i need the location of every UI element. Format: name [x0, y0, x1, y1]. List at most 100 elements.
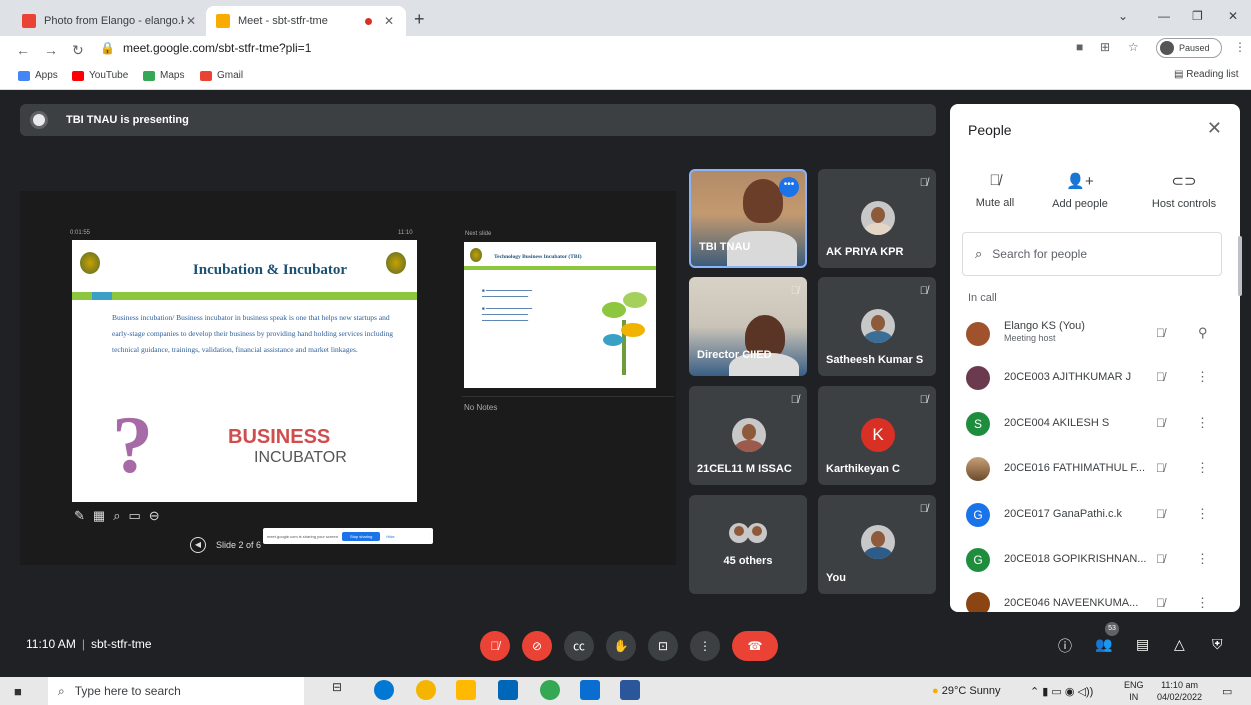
add-people-button[interactable]: 👤+ Add people [1030, 172, 1130, 210]
host-controls-toolbar-button[interactable]: ⛨ [1212, 636, 1223, 653]
mic-off-icon[interactable]: 🎙̸ [1156, 326, 1165, 340]
mic-off-icon[interactable]: 🎙̸ [1156, 461, 1165, 475]
avatar [732, 418, 766, 452]
bookmark-apps[interactable]: Apps [18, 70, 58, 81]
more-options-icon[interactable]: ⋮ [1196, 595, 1209, 611]
mic-off-icon[interactable]: 🎙̸ [1156, 507, 1165, 521]
tab-meet[interactable]: Meet - sbt-stfr-tme ✕ [206, 6, 406, 36]
tile-issac[interactable]: 🎙̸ 21CEL11 M ISSAC [689, 386, 807, 485]
taskbar-search-input[interactable]: ⌕ Type here to search [48, 677, 304, 705]
pen-icon[interactable]: ✎ [74, 508, 93, 523]
meeting-details-button[interactable]: ⓘ [1058, 636, 1072, 656]
more-options-icon[interactable]: ⋮ [1196, 506, 1209, 522]
captions-icon: ㏄ [572, 639, 585, 653]
minimize-button[interactable]: — [1158, 9, 1170, 23]
host-controls-button[interactable]: ⊂⊃ Host controls [1134, 172, 1234, 210]
tab-search-icon[interactable]: ⌄ [1118, 9, 1128, 23]
camera-icon[interactable]: ■ [1076, 40, 1083, 54]
captions-button[interactable]: ㏄ [564, 631, 594, 661]
avatar [966, 322, 990, 346]
close-tab-icon[interactable]: ✕ [382, 14, 396, 28]
participant-row[interactable]: 20CE003 AJITHKUMAR J 🎙̸ ⋮ [950, 358, 1240, 398]
chat-button[interactable]: ▤ [1136, 636, 1149, 653]
present-button[interactable]: ⊡ [648, 631, 678, 661]
bookmark-youtube[interactable]: YouTube [72, 70, 128, 81]
chrome-icon[interactable] [540, 680, 560, 700]
mic-off-icon[interactable]: 🎙̸ [1156, 370, 1165, 384]
more-options-icon[interactable]: ••• [779, 177, 799, 197]
extension-icon[interactable]: ⊞ [1100, 40, 1110, 54]
meeting-info: 11:10 AM | sbt-stfr-tme [26, 637, 152, 651]
more-options-icon[interactable]: ⋮ [1196, 460, 1209, 476]
mic-off-icon[interactable]: 🎙̸ [1156, 596, 1165, 610]
tray-icons[interactable]: ⌃ ▮ ▭ ◉ ◁)) [1030, 685, 1093, 698]
chrome-icon[interactable] [416, 680, 436, 700]
taskbar-clock[interactable]: 11:10 am 04/02/2022 [1157, 679, 1202, 703]
language-indicator[interactable]: ENG IN [1124, 679, 1144, 703]
file-explorer-icon[interactable] [456, 680, 476, 700]
bookmark-gmail[interactable]: Gmail [200, 70, 243, 81]
reading-list-button[interactable]: ▤ Reading list [1174, 69, 1239, 80]
participant-row[interactable]: 20CE016 FATHIMATHUL F... 🎙̸ ⋮ [950, 449, 1240, 489]
participant-row[interactable]: Elango KS (You) Meeting host 🎙̸ ⚲ [950, 314, 1240, 354]
sun-icon: ● [932, 685, 939, 697]
mic-off-icon[interactable]: 🎙̸ [1156, 552, 1165, 566]
tile-karthikeyan[interactable]: 🎙̸ K Karthikeyan C [818, 386, 936, 485]
participant-row[interactable]: S 20CE004 AKILESH S 🎙̸ ⋮ [950, 404, 1240, 444]
previous-slide-button[interactable]: ◀ [190, 537, 206, 553]
bookmark-maps[interactable]: Maps [143, 70, 184, 81]
more-options-icon[interactable]: ⋮ [1196, 369, 1209, 385]
photos-icon[interactable] [580, 680, 600, 700]
activities-button[interactable]: △ [1174, 636, 1185, 653]
menu-icon[interactable]: ⋮ [1234, 40, 1246, 54]
close-window-button[interactable]: ✕ [1228, 9, 1238, 23]
tile-satheesh-kumar[interactable]: 🎙̸ Satheesh Kumar S [818, 277, 936, 376]
word-icon[interactable] [620, 680, 640, 700]
more-options-button[interactable]: ⋮ [690, 631, 720, 661]
slides-icon[interactable]: ▦ [93, 508, 113, 523]
stop-sharing-button[interactable]: Stop sharing [341, 531, 381, 541]
people-scrollbar[interactable] [1238, 236, 1242, 296]
tile-director-ciied[interactable]: 🎙̸ Director CIIED [689, 277, 807, 376]
back-icon[interactable]: ← [16, 42, 30, 58]
raise-hand-button[interactable]: ✋ [606, 631, 636, 661]
next-slide-title: Technology Business Incubator (TBI) [494, 254, 582, 260]
screen-icon[interactable]: ▭ [128, 508, 148, 523]
edge-icon[interactable] [374, 680, 394, 700]
weather-widget[interactable]: ● 29°C Sunny [932, 685, 1001, 697]
url-field[interactable]: 🔒 meet.google.com/sbt-stfr-tme?pli=1 [100, 41, 311, 55]
more-options-icon[interactable]: ⋮ [1196, 415, 1209, 431]
close-icon[interactable]: ✕ [1207, 118, 1222, 139]
participant-row[interactable]: 20CE046 NAVEENKUMA... 🎙̸ ⋮ [950, 584, 1240, 612]
people-button[interactable]: 👥 [1095, 636, 1112, 653]
more-options-icon[interactable]: ⊖ [149, 508, 168, 523]
tile-tbi-tnau[interactable]: ••• TBI TNAU [689, 169, 807, 268]
maximize-button[interactable]: ❐ [1192, 9, 1203, 23]
tab-title: Meet - sbt-stfr-tme [238, 15, 328, 27]
notifications-icon[interactable]: ▭ [1222, 685, 1232, 698]
leave-call-button[interactable]: ☎ [732, 631, 778, 661]
pin-icon[interactable]: ⚲ [1198, 325, 1208, 341]
profile-button[interactable]: Paused [1156, 38, 1222, 58]
mail-icon[interactable] [498, 680, 518, 700]
camera-toggle-button[interactable]: ⊘ [522, 631, 552, 661]
zoom-icon[interactable]: ⌕ [113, 508, 128, 523]
mic-toggle-button[interactable]: 🎙̸ [480, 631, 510, 661]
mic-off-icon[interactable]: 🎙̸ [1156, 416, 1165, 430]
reload-icon[interactable]: ↻ [72, 42, 84, 59]
close-tab-icon[interactable]: ✕ [184, 14, 198, 28]
task-view-icon[interactable]: ⊟ [332, 680, 352, 700]
participant-row[interactable]: G 20CE018 GOPIKRISHNAN... 🎙̸ ⋮ [950, 540, 1240, 580]
participant-row[interactable]: G 20CE017 GanaPathi.c.k 🎙̸ ⋮ [950, 495, 1240, 535]
search-input[interactable]: ⌕ Search for people [962, 232, 1222, 276]
new-tab-button[interactable]: + [414, 9, 425, 30]
tile-ak-priya[interactable]: 🎙̸ AK PRIYA KPR [818, 169, 936, 268]
tile-others[interactable]: 45 others [689, 495, 807, 594]
star-icon[interactable]: ☆ [1128, 40, 1139, 54]
tab-gmail-photo[interactable]: Photo from Elango - elango.ks@... ✕ [12, 6, 208, 36]
more-options-icon[interactable]: ⋮ [1196, 551, 1209, 567]
hide-toast-button[interactable]: Hide [386, 534, 394, 539]
windows-start-icon[interactable]: ■ [14, 684, 22, 699]
forward-icon[interactable]: → [44, 42, 58, 58]
tile-you[interactable]: 🎙̸ You [818, 495, 936, 594]
